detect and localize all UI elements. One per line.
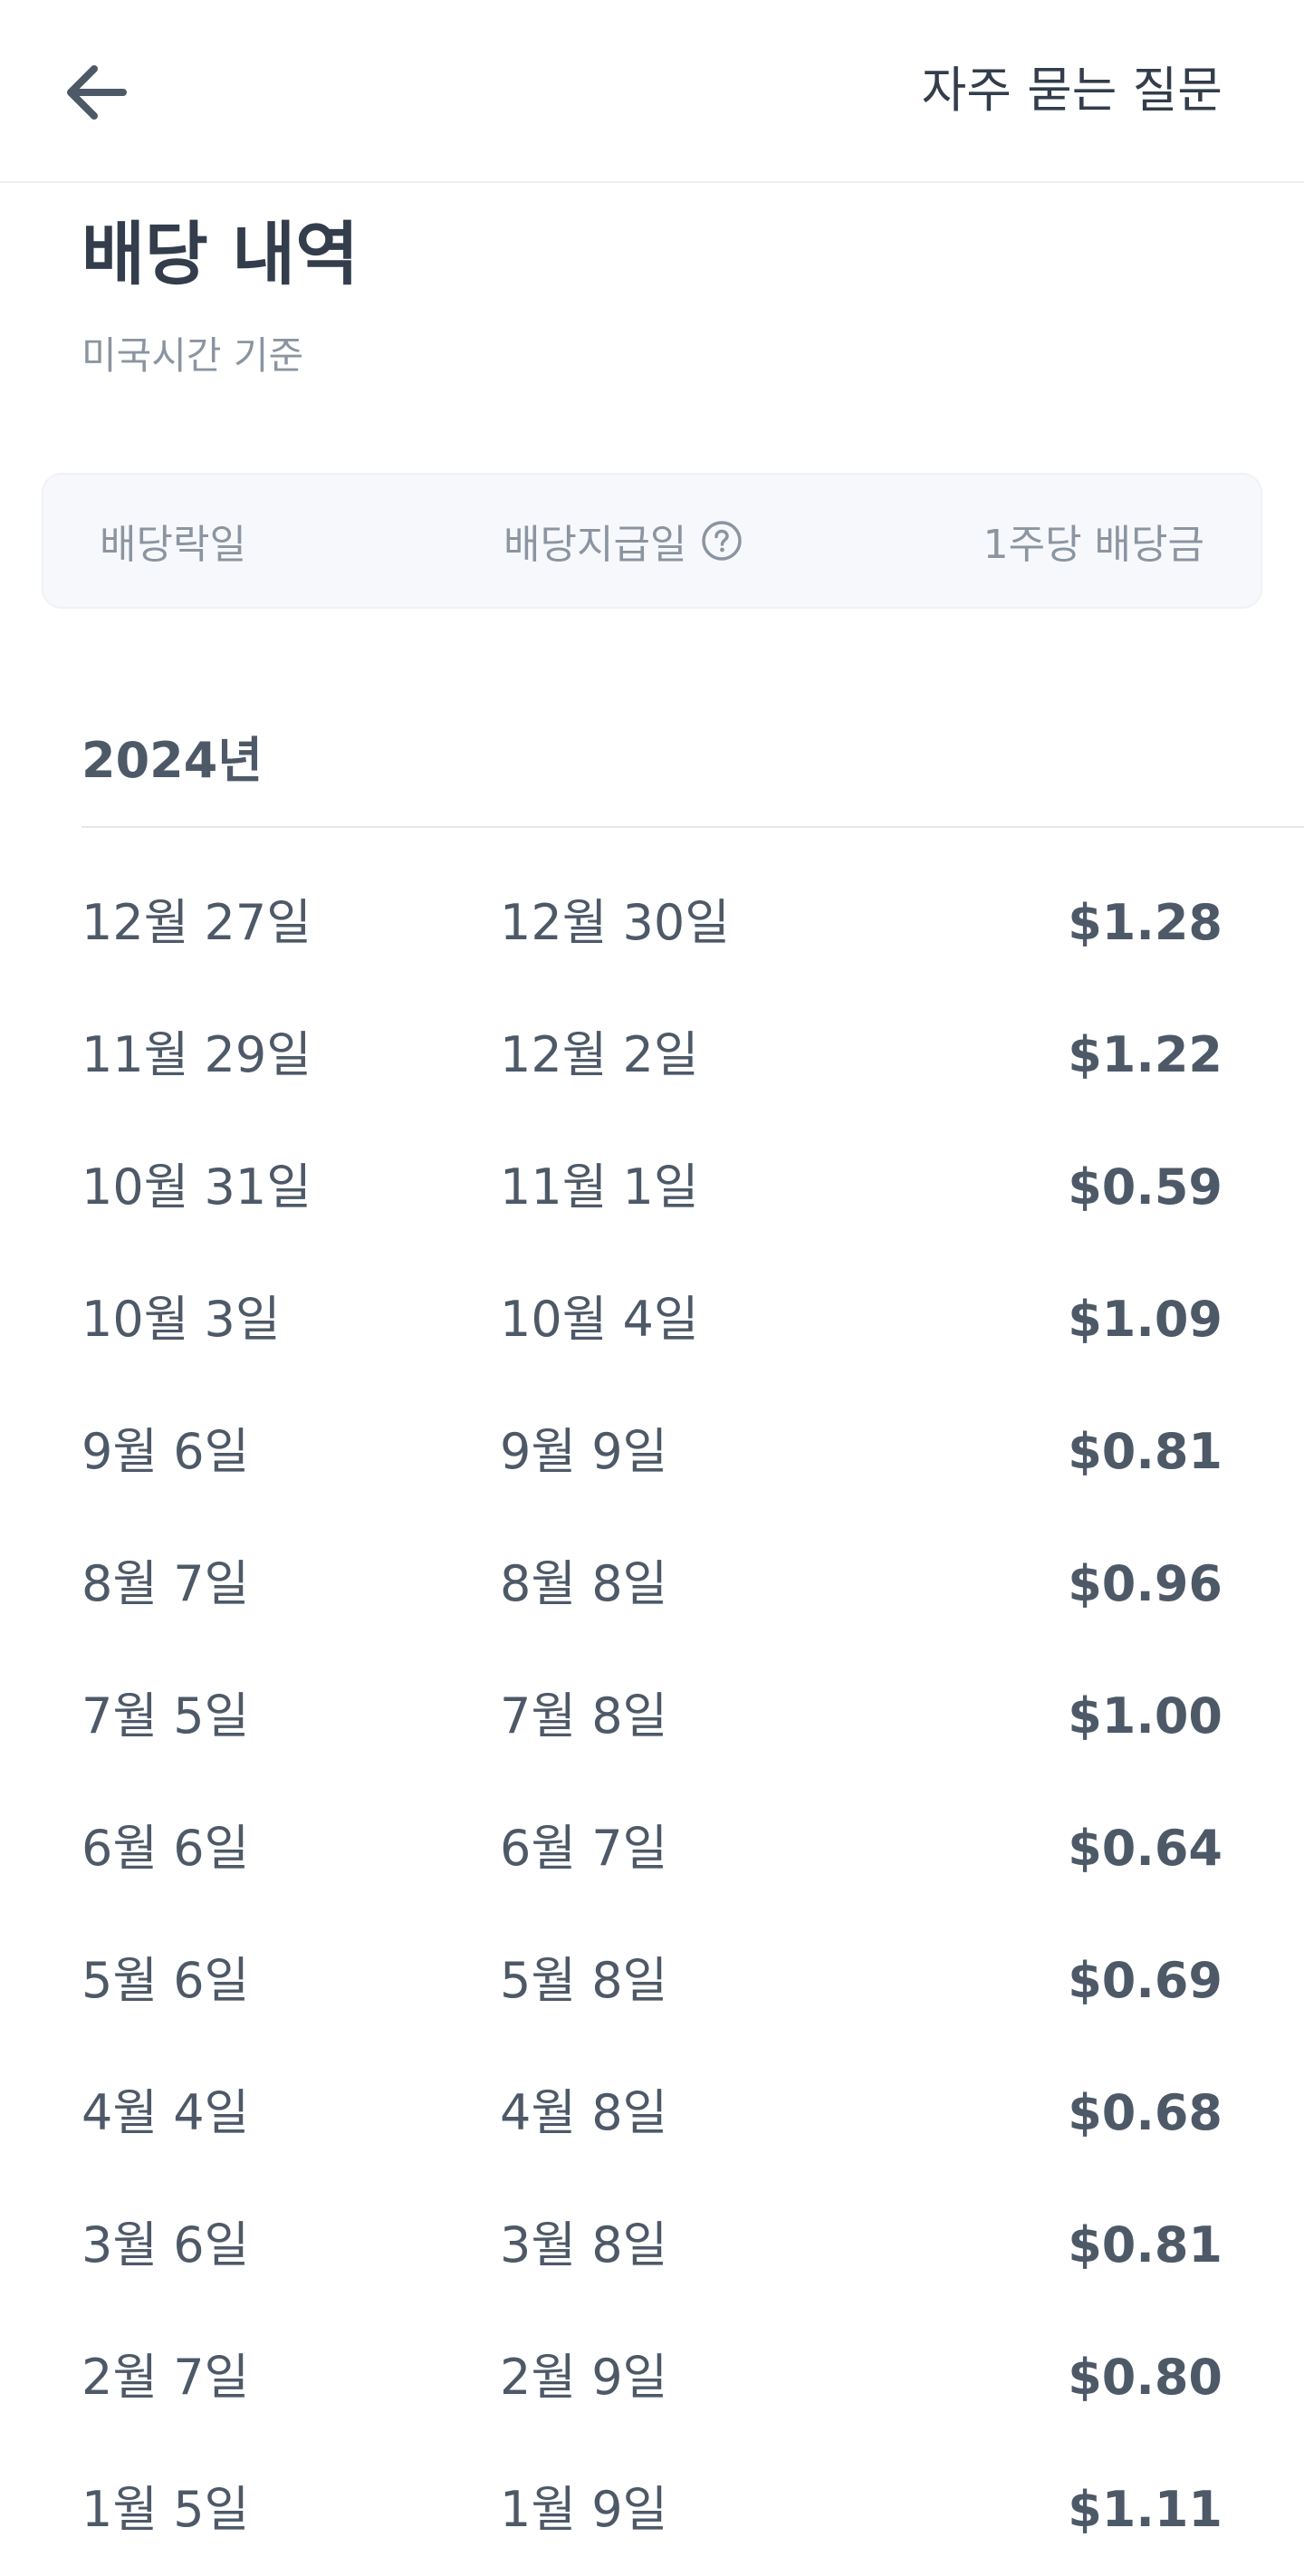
arrow-left-icon [67, 65, 127, 120]
ex-dividend-date: 7월 5일 [82, 1687, 250, 1745]
ex-dividend-date: 3월 6일 [82, 2216, 250, 2273]
ex-dividend-date: 10월 3일 [82, 1291, 281, 1348]
dividend-amount: $1.22 [1068, 1026, 1222, 1083]
table-row: 7월 5일 7월 8일 $1.00 [0, 1650, 1304, 1783]
ex-dividend-date: 9월 6일 [82, 1423, 250, 1480]
ex-dividend-date: 11월 29일 [82, 1026, 312, 1083]
table-row: 2월 7일 2월 9일 $0.80 [0, 2312, 1304, 2444]
table-row: 11월 29일 12월 2일 $1.22 [0, 989, 1304, 1121]
faq-link[interactable]: 자주 묻는 질문 [922, 53, 1222, 129]
ex-dividend-date: 8월 7일 [82, 1555, 250, 1612]
table-row: 4월 4일 4월 8일 $0.68 [0, 2047, 1304, 2179]
header-payment-date: 배당지급일 [503, 475, 743, 607]
back-button[interactable] [51, 47, 141, 138]
ex-dividend-date: 1월 5일 [82, 2481, 250, 2538]
table-row: 3월 6일 3월 8일 $0.81 [0, 2179, 1304, 2312]
ex-dividend-date: 4월 4일 [82, 2084, 250, 2141]
table-row: 9월 6일 9월 9일 $0.81 [0, 1386, 1304, 1518]
payment-date: 6월 7일 [500, 1820, 668, 1877]
top-navigation-bar: 자주 묻는 질문 [0, 0, 1304, 183]
table-row: 10월 3일 10월 4일 $1.09 [0, 1254, 1304, 1386]
payment-date: 5월 8일 [500, 1952, 668, 2009]
divider [82, 826, 1304, 828]
dividend-list: 12월 27일 12월 30일 $1.28 11월 29일 12월 2일 $1.… [0, 857, 1304, 2576]
payment-date: 8월 8일 [500, 1555, 668, 1612]
header-payment-date-label: 배당지급일 [503, 522, 687, 568]
payment-date: 11월 1일 [500, 1158, 699, 1216]
payment-date: 12월 2일 [500, 1026, 699, 1083]
payment-date: 3월 8일 [500, 2216, 668, 2273]
dividend-amount: $0.81 [1068, 2216, 1222, 2273]
dividend-amount: $0.96 [1068, 1555, 1222, 1612]
year-heading: 2024년 [82, 732, 263, 789]
payment-date: 10월 4일 [500, 1291, 699, 1348]
ex-dividend-date: 10월 31일 [82, 1158, 312, 1216]
table-row: 1월 5일 1월 9일 $1.11 [0, 2444, 1304, 2576]
dividend-amount: $0.68 [1068, 2084, 1222, 2141]
table-row: 5월 6일 5월 8일 $0.69 [0, 1915, 1304, 2047]
ex-dividend-date: 6월 6일 [82, 1820, 250, 1877]
question-circle-icon[interactable] [701, 520, 743, 562]
ex-dividend-date: 5월 6일 [82, 1952, 250, 2009]
dividend-amount: $1.28 [1068, 894, 1222, 951]
dividend-amount: $0.64 [1068, 1820, 1222, 1877]
dividend-amount: $0.69 [1068, 1952, 1222, 2009]
payment-date: 4월 8일 [500, 2084, 668, 2141]
payment-date: 9월 9일 [500, 1423, 668, 1480]
table-row: 12월 27일 12월 30일 $1.28 [0, 857, 1304, 989]
header-ex-dividend-date: 배당락일 [100, 522, 246, 568]
section-title: 배당 내역 [82, 214, 360, 294]
table-row: 8월 7일 8월 8일 $0.96 [0, 1518, 1304, 1650]
ex-dividend-date: 2월 7일 [82, 2349, 250, 2406]
dividend-amount: $0.80 [1068, 2349, 1222, 2406]
dividend-amount: $1.09 [1068, 1291, 1222, 1348]
payment-date: 12월 30일 [500, 894, 730, 951]
dividend-table-header: 배당락일 배당지급일 1주당 배당금 [42, 473, 1262, 609]
dividend-amount: $1.00 [1068, 1687, 1222, 1745]
header-dividend-per-share: 1주당 배당금 [983, 522, 1204, 568]
payment-date: 7월 8일 [500, 1687, 668, 1745]
table-row: 10월 31일 11월 1일 $0.59 [0, 1121, 1304, 1254]
section-subtitle: 미국시간 기준 [82, 333, 304, 378]
dividend-amount: $0.59 [1068, 1158, 1222, 1216]
payment-date: 1월 9일 [500, 2481, 668, 2538]
dividend-amount: $1.11 [1068, 2481, 1222, 2538]
dividend-amount: $0.81 [1068, 1423, 1222, 1480]
ex-dividend-date: 12월 27일 [82, 894, 312, 951]
payment-date: 2월 9일 [500, 2349, 668, 2406]
table-row: 6월 6일 6월 7일 $0.64 [0, 1783, 1304, 1915]
